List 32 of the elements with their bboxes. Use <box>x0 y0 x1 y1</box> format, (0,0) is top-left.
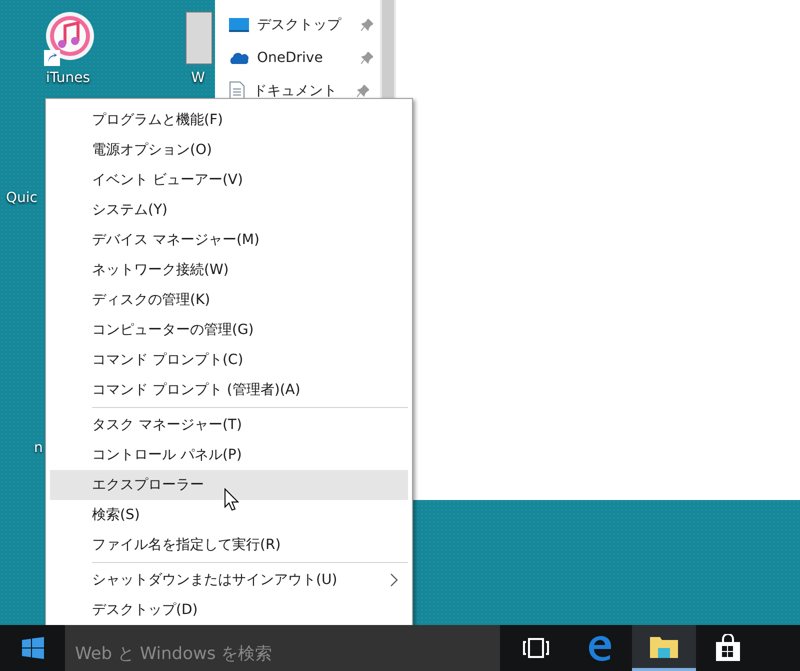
menu-item[interactable]: タスク マネージャー(T) <box>50 410 408 440</box>
menu-item[interactable]: ネットワーク接続(W) <box>50 255 408 285</box>
menu-item[interactable]: イベント ビューアー(V) <box>50 165 408 195</box>
taskbar-app-button[interactable] <box>632 625 696 671</box>
menu-item[interactable]: プログラムと機能(F) <box>50 105 408 135</box>
desktop-icon-label: Quic <box>6 190 38 206</box>
menu-item[interactable]: 検索(S) <box>50 500 408 530</box>
menu-item[interactable]: エクスプローラー <box>50 470 408 500</box>
cloud-icon <box>229 50 249 64</box>
desktop-icon-label: W <box>191 70 205 86</box>
navigation-item[interactable]: デスクトップ <box>215 8 380 41</box>
menu-item[interactable]: コマンド プロンプト(C) <box>50 345 408 375</box>
menu-item[interactable]: コマンド プロンプト (管理者)(A) <box>50 375 408 405</box>
task-view-icon <box>522 637 550 659</box>
menu-item[interactable]: デバイス マネージャー(M) <box>50 225 408 255</box>
menu-item[interactable]: コンピューターの管理(G) <box>50 315 408 345</box>
mouse-pointer-icon <box>224 488 240 512</box>
menu-item[interactable]: デスクトップ(D) <box>50 595 408 625</box>
browser-icon <box>587 635 613 661</box>
menu-item[interactable]: ファイル名を指定して実行(R) <box>50 530 408 560</box>
menu-item[interactable]: 電源オプション(O) <box>50 135 408 165</box>
desktop-icon-label: n <box>34 440 43 456</box>
menu-item[interactable]: システム(Y) <box>50 195 408 225</box>
search-field[interactable]: Web と Windows を検索 <box>65 625 500 671</box>
menu-item[interactable]: ディスクの管理(K) <box>50 285 408 315</box>
navigation-item[interactable]: OneDrive <box>215 41 380 74</box>
windows-logo-icon <box>22 637 44 659</box>
menu-item[interactable]: シャットダウンまたはサインアウト(U) <box>50 565 408 595</box>
monitor-icon <box>229 16 249 32</box>
store-icon <box>715 634 741 662</box>
menu-item[interactable]: コントロール パネル(P) <box>50 440 408 470</box>
desktop-icon-label: iTunes <box>46 70 90 86</box>
